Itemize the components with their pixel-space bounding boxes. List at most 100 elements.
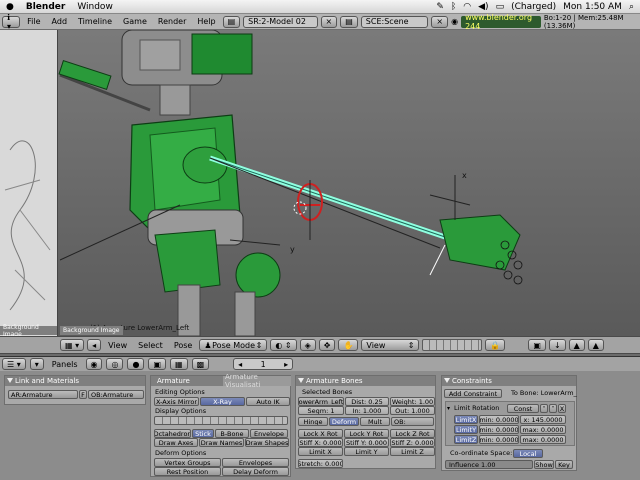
- orientation-selector[interactable]: View ⇕: [361, 339, 420, 351]
- x-axis-mirror-toggle[interactable]: X-Axis Mirror: [154, 397, 199, 406]
- armature-data-field[interactable]: AR:Armature: [8, 390, 78, 399]
- buttons-collapse[interactable]: ▾: [29, 358, 44, 370]
- window-type-selector[interactable]: ℹ ▾: [2, 13, 21, 31]
- tab-armature[interactable]: Armature: [151, 376, 196, 386]
- limitz-min-field[interactable]: min: 0.0000: [479, 435, 519, 444]
- collapse-triangle-icon[interactable]: [298, 378, 304, 383]
- copy-pose-button[interactable]: ↓: [548, 339, 566, 351]
- limit-x-toggle[interactable]: Limit X: [298, 447, 343, 456]
- limitx-max-field[interactable]: x: 145.0000: [520, 415, 566, 424]
- menu-file[interactable]: File: [23, 17, 44, 26]
- paste-flip-button[interactable]: ▲: [587, 339, 604, 351]
- ease-in-field[interactable]: In: 1.000: [345, 406, 389, 415]
- segments-field[interactable]: Segm: 1: [298, 406, 344, 415]
- menu-select[interactable]: Select: [134, 341, 167, 350]
- app-menu[interactable]: Blender: [20, 2, 71, 12]
- scene-browse-button[interactable]: ▤: [340, 15, 358, 28]
- 3d-viewport[interactable]: y x (1) Armature LowerArm_Left: [0, 30, 640, 336]
- screen-field[interactable]: SR:2-Model 02: [243, 15, 318, 28]
- mode-selector[interactable]: ♟ Pose Mode ⇕: [199, 339, 268, 351]
- dist-field[interactable]: Dist: 0.25: [345, 397, 389, 406]
- lock-layer-button[interactable]: 🔒: [485, 339, 506, 351]
- limit-z-toggle[interactable]: Limit Z: [390, 447, 435, 456]
- clock[interactable]: Mon 1:50 AM: [563, 2, 622, 12]
- collapse-triangle-icon[interactable]: [7, 378, 13, 383]
- delete-constraint-button[interactable]: X: [558, 404, 566, 413]
- envelope-button[interactable]: Envelope: [250, 429, 288, 438]
- volume-icon[interactable]: ◀): [478, 2, 488, 12]
- key-button[interactable]: Key: [555, 460, 573, 469]
- draw-shapes-toggle[interactable]: Draw Shapes: [245, 438, 289, 447]
- x-ray-toggle[interactable]: X-Ray: [200, 397, 245, 406]
- menu-game[interactable]: Game: [119, 17, 151, 26]
- background-image-window[interactable]: Background Image: [0, 30, 58, 354]
- scene-field[interactable]: SCE:Scene: [360, 15, 429, 28]
- bone-layers[interactable]: [154, 416, 288, 425]
- local-space-button[interactable]: Local: [513, 449, 543, 458]
- constraint-name-field[interactable]: Const: [507, 404, 539, 413]
- layer-visibility-buttons[interactable]: [154, 416, 288, 425]
- fake-user-toggle[interactable]: F: [79, 390, 87, 399]
- viewport-type-selector[interactable]: ▦ ▾: [60, 339, 85, 351]
- lock-z-rot-toggle[interactable]: Lock Z Rot: [390, 429, 435, 438]
- show-button[interactable]: Show: [534, 460, 554, 469]
- battery-icon[interactable]: ▭: [496, 2, 505, 12]
- limitz-toggle[interactable]: LimitZ: [454, 435, 478, 444]
- influence-slider[interactable]: Influence 1.00: [445, 460, 533, 469]
- rest-position-toggle[interactable]: Rest Position: [154, 467, 221, 476]
- limity-toggle[interactable]: LimitY: [454, 425, 478, 434]
- menu-help[interactable]: Help: [193, 17, 219, 26]
- limitx-toggle[interactable]: LimitX: [454, 415, 478, 424]
- move-up-button[interactable]: ˄: [540, 404, 548, 413]
- menu-render[interactable]: Render: [154, 17, 190, 26]
- menu-timeline[interactable]: Timeline: [74, 17, 116, 26]
- b-bone-button[interactable]: B-Bone: [215, 429, 249, 438]
- add-constraint-button[interactable]: Add Constraint: [444, 389, 502, 398]
- hand-icon-button[interactable]: ✋: [338, 339, 359, 351]
- menu-add[interactable]: Add: [48, 17, 72, 26]
- bgimage-tab-2[interactable]: Background Image: [60, 326, 123, 335]
- paste-pose-button[interactable]: ▲: [568, 339, 585, 351]
- vertex-groups-toggle[interactable]: Vertex Groups: [154, 458, 221, 467]
- weight-field[interactable]: Weight: 1.00: [390, 397, 435, 406]
- constraints-title[interactable]: Constraints: [442, 376, 576, 386]
- draw-names-toggle[interactable]: Draw Names: [199, 438, 244, 447]
- layer-grid[interactable]: [422, 339, 483, 351]
- shading-button[interactable]: ●: [127, 358, 145, 370]
- bgimage-tab[interactable]: Background Image: [0, 324, 57, 338]
- limit-y-toggle[interactable]: Limit Y: [344, 447, 389, 456]
- stiff-y-field[interactable]: Stiff Y: 0.000: [344, 438, 389, 447]
- manipulator-toggle[interactable]: ✥: [318, 339, 336, 351]
- draw-type-selector[interactable]: ◐ ⇕: [270, 339, 297, 351]
- stiff-x-field[interactable]: Stiff X: 0.000: [298, 438, 343, 447]
- script-button[interactable]: ◎: [106, 358, 124, 370]
- object-name-field[interactable]: OB:Armature: [88, 390, 144, 399]
- lock-y-rot-toggle[interactable]: Lock Y Rot: [344, 429, 389, 438]
- stiff-z-field[interactable]: Stiff Z: 0.000: [390, 438, 435, 447]
- auto-ik-toggle[interactable]: Auto IK: [246, 397, 290, 406]
- wifi-icon[interactable]: ◠: [463, 2, 471, 12]
- lock-x-rot-toggle[interactable]: Lock X Rot: [298, 429, 343, 438]
- armature-bones-title[interactable]: Armature Bones: [296, 376, 435, 386]
- deform-toggle[interactable]: Deform: [329, 417, 359, 426]
- frame-number-field[interactable]: ◂ 1 ▸: [233, 358, 294, 370]
- limity-min-field[interactable]: min: 0.0000: [479, 425, 519, 434]
- header-collapse-button[interactable]: ◂: [87, 339, 102, 351]
- panels-menu[interactable]: Panels: [48, 360, 82, 369]
- logic-button[interactable]: ◉: [85, 358, 103, 370]
- stretch-field[interactable]: Stretch: 0.000: [298, 459, 343, 468]
- envelopes-toggle[interactable]: Envelopes: [222, 458, 289, 467]
- script-icon[interactable]: ✎: [436, 2, 444, 12]
- bone-name-field[interactable]: owerArm_Left: [298, 397, 344, 406]
- limitx-min-field[interactable]: min: 0.0000: [479, 415, 519, 424]
- collapse-triangle-icon[interactable]: [444, 378, 450, 383]
- expand-triangle-icon[interactable]: ▾: [447, 405, 453, 412]
- spotlight-icon[interactable]: ⌕: [629, 2, 634, 12]
- screen-browse-button[interactable]: ▤: [222, 15, 241, 28]
- draw-axes-toggle[interactable]: Draw Axes: [154, 438, 198, 447]
- screen-close-button[interactable]: ×: [320, 15, 338, 28]
- limity-max-field[interactable]: max: 0.0000: [520, 425, 566, 434]
- mult-toggle[interactable]: Mult: [360, 417, 390, 426]
- ease-out-field[interactable]: Out: 1.000: [390, 406, 435, 415]
- move-down-button[interactable]: ˅: [549, 404, 557, 413]
